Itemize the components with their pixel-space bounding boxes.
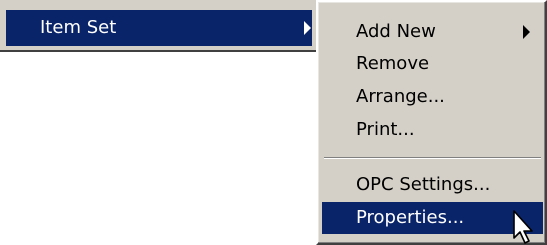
menu-item-label: Item Set xyxy=(40,17,117,38)
chevron-right-icon xyxy=(304,21,311,35)
context-menu-screenshot: Item Set Add New Remove Arrange... Print… xyxy=(0,0,547,245)
menu-item-label: Add New xyxy=(356,21,436,42)
menu-item-label: Print... xyxy=(356,119,415,140)
menu-separator xyxy=(324,157,541,159)
menu-item-opc-settings[interactable]: OPC Settings... xyxy=(322,169,543,201)
arrow-cursor-icon xyxy=(513,210,533,244)
menu-item-properties[interactable]: Properties... xyxy=(322,202,543,234)
menu-item-print[interactable]: Print... xyxy=(322,114,543,146)
menu-item-remove[interactable]: Remove xyxy=(322,48,543,80)
menu-item-item-set[interactable]: Item Set xyxy=(6,10,312,46)
menu-item-label: Remove xyxy=(356,53,430,74)
item-set-submenu: Add New Remove Arrange... Print... OPC S… xyxy=(316,0,547,245)
chevron-right-icon xyxy=(523,25,530,39)
menu-item-add-new[interactable]: Add New xyxy=(322,16,543,48)
menu-item-label: OPC Settings... xyxy=(356,174,491,195)
parent-menu: Item Set xyxy=(0,0,322,52)
menu-item-label: Properties... xyxy=(356,207,465,228)
menu-item-arrange[interactable]: Arrange... xyxy=(322,81,543,113)
menu-item-label: Arrange... xyxy=(356,86,445,107)
